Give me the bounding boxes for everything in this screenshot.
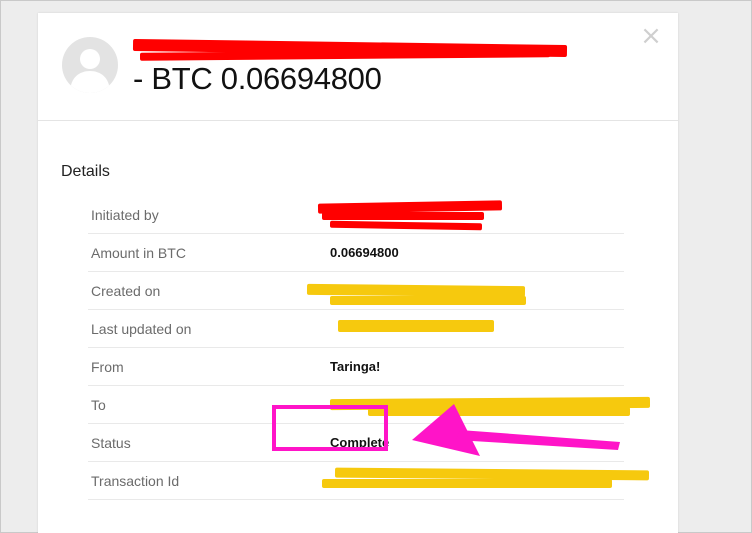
detail-label: Status	[91, 435, 131, 451]
user-silhouette-icon	[70, 49, 110, 93]
detail-label: Created on	[91, 283, 161, 299]
status-highlight-box	[272, 405, 388, 451]
pointer-arrow-icon	[412, 404, 620, 456]
detail-row-from: From Taringa!	[88, 348, 624, 386]
redaction-mark	[338, 320, 494, 332]
detail-label: Last updated on	[91, 321, 192, 337]
detail-label: Initiated by	[91, 207, 159, 223]
close-icon[interactable]: ×	[638, 23, 664, 49]
detail-label: From	[91, 359, 124, 375]
redaction-mark	[322, 479, 612, 488]
avatar	[62, 37, 118, 93]
detail-value: Taringa!	[330, 359, 381, 374]
redaction-mark	[322, 212, 484, 220]
details-heading: Details	[61, 163, 110, 180]
detail-label: To	[91, 397, 106, 413]
detail-label: Amount in BTC	[91, 245, 186, 261]
transaction-title: - BTC 0.06694800	[133, 61, 382, 96]
detail-label: Transaction Id	[91, 473, 180, 489]
redaction-mark	[330, 296, 526, 305]
detail-value: 0.06694800	[330, 245, 399, 260]
detail-row-amount: Amount in BTC 0.06694800	[88, 234, 624, 272]
modal-header: - BTC 0.06694800 ×	[38, 13, 678, 121]
